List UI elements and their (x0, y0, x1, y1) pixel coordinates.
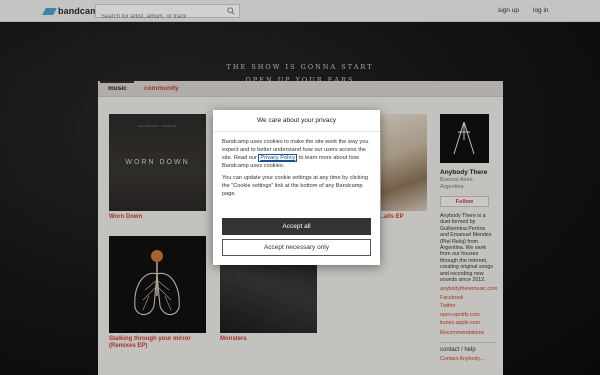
accept-necessary-button[interactable]: Accept necessary only (222, 239, 371, 256)
privacy-policy-link[interactable]: Privacy Policy (258, 154, 298, 162)
cookie-explanation: Bandcamp uses cookies to make the site w… (222, 138, 371, 170)
cookie-consent-dialog: We care about your privacy Bandcamp uses… (213, 110, 380, 265)
dialog-title: We care about your privacy (213, 110, 380, 132)
accept-all-button[interactable]: Accept all (222, 218, 371, 235)
dialog-body: Bandcamp uses cookies to make the site w… (213, 132, 380, 198)
cookie-settings-note: You can update your cookie settings at a… (222, 175, 368, 197)
